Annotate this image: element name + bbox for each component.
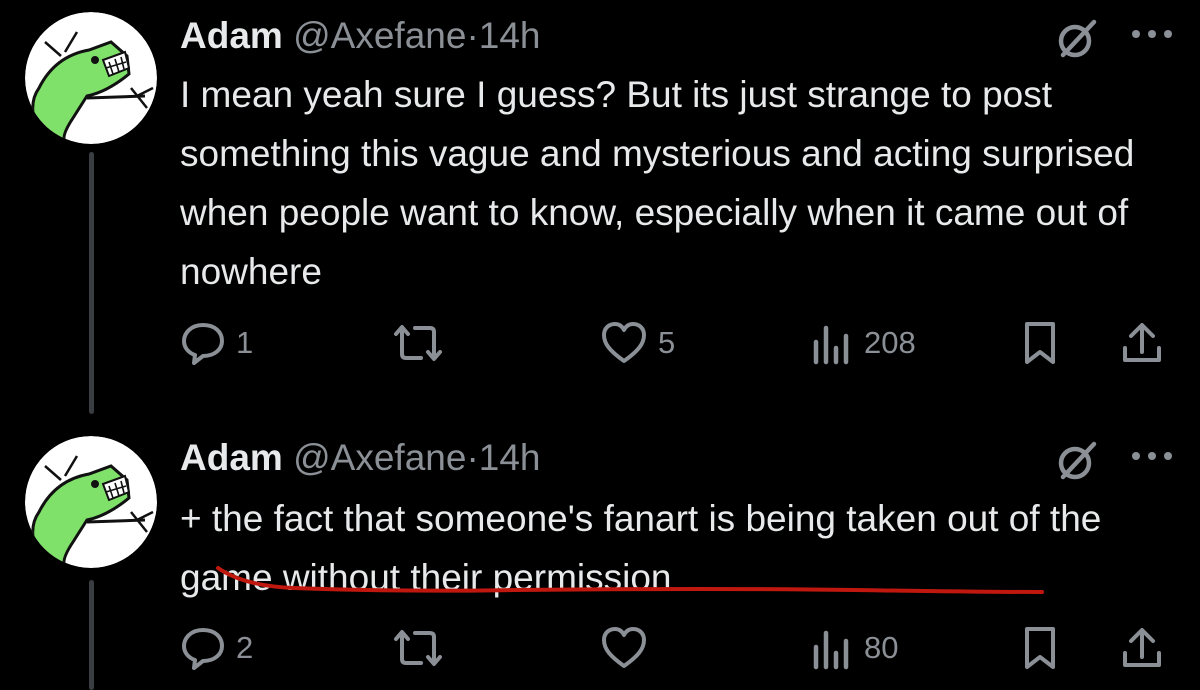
thread-view: Adam @Axefane·14h I mean yeah sure I gue…	[0, 0, 1200, 690]
views-button[interactable]: 80	[810, 623, 898, 673]
timestamp[interactable]: 14h	[479, 15, 541, 56]
tweet[interactable]: Adam @Axefane·14h I mean yeah sure I gue…	[0, 0, 1200, 400]
bookmark-icon	[1025, 627, 1055, 669]
username[interactable]: @Axefane	[293, 15, 466, 56]
reply-button[interactable]: 1	[180, 318, 253, 368]
ellipsis-icon[interactable]	[1128, 24, 1176, 44]
action-bar: 2 80	[180, 623, 1200, 673]
separator-dot: ·	[466, 15, 479, 56]
username[interactable]: @Axefane	[293, 437, 466, 478]
bookmark-button[interactable]	[1020, 623, 1060, 673]
bar-chart-icon	[813, 630, 849, 670]
view-count: 208	[864, 325, 916, 360]
like-count: 5	[658, 325, 676, 360]
avatar[interactable]	[25, 436, 157, 568]
reply-count: 2	[236, 630, 254, 665]
action-bar: 1 5 208	[180, 318, 1200, 368]
repost-button[interactable]	[390, 623, 456, 673]
tweet-header: Adam @Axefane·14h	[180, 436, 541, 480]
bookmark-icon	[1025, 322, 1055, 364]
repost-button[interactable]	[390, 318, 456, 368]
bar-chart-icon	[813, 325, 849, 365]
views-button[interactable]: 208	[810, 318, 916, 368]
speech-bubble-icon	[182, 323, 224, 365]
reply-button[interactable]: 2	[180, 623, 253, 673]
tweet[interactable]: Adam @Axefane·14h + the fact that someon…	[0, 418, 1200, 690]
heart-icon	[602, 322, 646, 363]
like-button[interactable]	[600, 623, 658, 673]
view-count: 80	[864, 630, 899, 665]
slashed-circle-icon[interactable]	[1054, 16, 1100, 62]
share-button[interactable]	[1120, 623, 1164, 673]
repost-arrows-icon	[394, 630, 442, 666]
share-upload-icon	[1123, 323, 1161, 362]
share-upload-icon	[1123, 628, 1161, 667]
red-underline-annotation	[216, 566, 1044, 594]
separator-dot: ·	[466, 437, 479, 478]
reply-count: 1	[236, 325, 254, 360]
tweet-header: Adam @Axefane·14h	[180, 14, 541, 58]
repost-arrows-icon	[394, 325, 442, 361]
bookmark-button[interactable]	[1020, 318, 1060, 368]
timestamp[interactable]: 14h	[479, 437, 541, 478]
display-name[interactable]: Adam	[180, 437, 283, 478]
tweet-text: I mean yeah sure I guess? But its just s…	[180, 74, 1135, 292]
ellipsis-icon[interactable]	[1128, 446, 1176, 466]
heart-icon	[602, 627, 646, 668]
display-name[interactable]: Adam	[180, 15, 283, 56]
share-button[interactable]	[1120, 318, 1164, 368]
slashed-circle-icon[interactable]	[1054, 438, 1100, 484]
like-button[interactable]: 5	[600, 318, 675, 368]
avatar[interactable]	[25, 12, 157, 144]
speech-bubble-icon	[182, 628, 224, 670]
